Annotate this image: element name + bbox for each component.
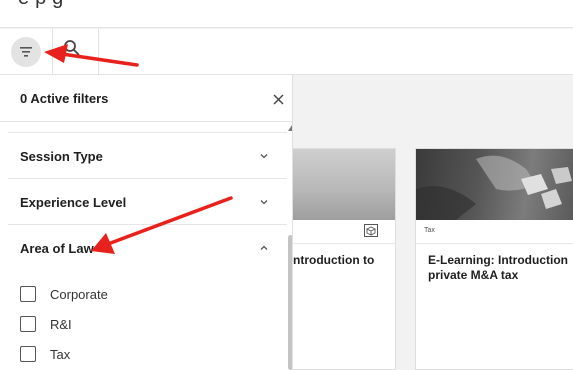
checkbox[interactable] [20, 286, 36, 302]
cube-icon [364, 224, 378, 237]
filter-option-corporate[interactable]: Corporate [20, 284, 260, 304]
scroll-up-arrow[interactable] [288, 125, 292, 131]
search-icon[interactable] [63, 39, 81, 57]
checkbox[interactable] [20, 316, 36, 332]
filter-button[interactable] [11, 37, 41, 67]
section-label: Area of Law [20, 241, 94, 256]
course-card[interactable]: Tax E-Learning: Introduction private M&A… [415, 148, 573, 370]
toolbar-divider [52, 29, 53, 75]
section-label: Experience Level [20, 195, 127, 210]
page-header: e p g [0, 0, 573, 28]
chevron-down-icon [260, 154, 268, 159]
toolbar-divider [98, 29, 99, 75]
chevron-up-icon [260, 245, 268, 250]
toolbar [0, 29, 573, 75]
course-card[interactable]: ntroduction to [293, 148, 396, 370]
puzzle-image [416, 155, 572, 220]
filter-option-tax[interactable]: Tax [20, 344, 260, 364]
filter-panel-header: 0 Active filters [0, 75, 292, 122]
filter-section-area-of-law[interactable]: Area of Law [8, 224, 287, 270]
scrollbar-thumb[interactable] [288, 235, 292, 370]
card-tag: Tax [424, 227, 435, 234]
section-label: Session Type [20, 149, 103, 164]
page: e p g ntroduction to [0, 0, 573, 370]
card-title[interactable]: ntroduction to [293, 253, 374, 268]
checkbox[interactable] [20, 346, 36, 362]
option-label: R&I [50, 316, 72, 332]
filter-option-r-and-i[interactable]: R&I [20, 314, 260, 334]
filter-icon [20, 47, 32, 57]
card-title[interactable]: E-Learning: Introduction private M&A tax [428, 253, 573, 283]
page-title-cut: e p g [18, 0, 63, 10]
filter-section-experience-level[interactable]: Experience Level [8, 178, 287, 224]
card-meta [293, 220, 395, 244]
card-meta: Tax [416, 220, 573, 244]
card-image [416, 149, 573, 220]
option-label: Tax [50, 346, 71, 362]
filter-panel: 0 Active filters Session Type Experience… [0, 75, 293, 370]
active-filters-count: 0 Active filters [20, 91, 109, 106]
option-label: Corporate [50, 286, 108, 302]
filter-section-session-type[interactable]: Session Type [8, 132, 287, 178]
chevron-down-icon [260, 200, 268, 205]
close-button[interactable] [268, 89, 288, 109]
close-icon [273, 94, 283, 104]
card-image [293, 149, 395, 220]
